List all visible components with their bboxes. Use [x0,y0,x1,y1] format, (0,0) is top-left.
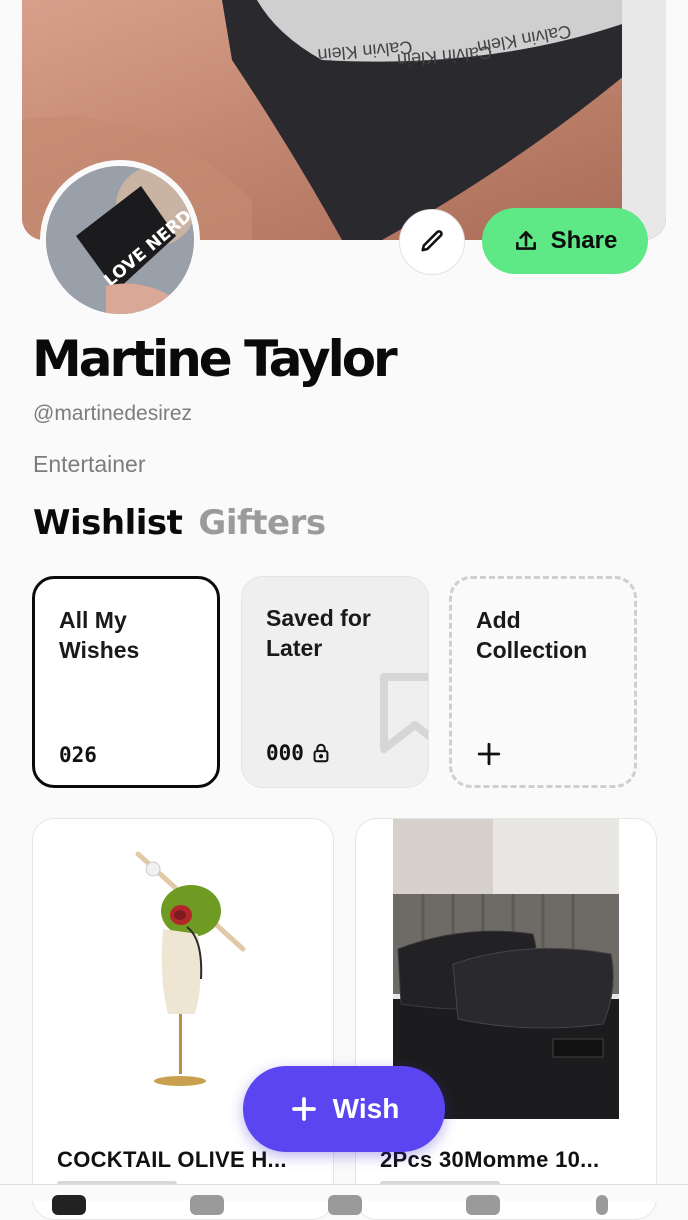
profile-name: Martine Taylor [32,330,398,388]
tab-gifters[interactable]: Gifters [198,503,326,543]
search-nav-icon[interactable] [466,1195,500,1215]
collection-count: 026 [59,743,97,767]
edit-profile-button[interactable] [399,209,465,275]
wish-label: Wish [332,1093,400,1124]
product-card[interactable]: COCKTAIL OLIVE H... [32,818,334,1220]
share-icon [515,231,536,250]
profile-handle: @martinedesirez [33,402,193,425]
avatar[interactable]: LOVE NERDS [40,160,200,320]
share-label: Share [550,227,618,254]
lock-icon [313,743,329,763]
add-collection-button[interactable]: Add Collection [449,576,637,788]
shop-nav-icon[interactable] [328,1195,362,1215]
product-card[interactable]: 2Pcs 30Momme 10... [355,818,657,1220]
plus-icon [477,742,501,766]
profile-bio: Entertainer [33,451,146,477]
home-nav-icon[interactable] [52,1195,86,1215]
bookmark-icon [380,673,428,753]
collection-title: Add Collection [476,607,588,663]
tab-wishlist[interactable]: Wishlist [33,503,183,543]
pencil-icon [421,230,443,252]
collection-title: All My Wishes [59,607,140,663]
collection-all-my-wishes[interactable]: All My Wishes 026 [32,576,220,788]
collection-saved-for-later[interactable]: Saved for Later 000 [241,576,429,788]
collection-count: 000 [266,741,332,765]
add-wish-button[interactable]: Wish [243,1066,445,1152]
collection-title: Saved for Later [266,605,371,661]
profile-tabs: Wishlist Gifters [33,503,326,543]
plus-icon [291,1097,316,1121]
bottom-nav [0,1184,688,1215]
product-title: 2Pcs 30Momme 10... [380,1147,600,1172]
more-nav-icon[interactable] [596,1195,608,1215]
feed-nav-icon[interactable] [190,1195,224,1215]
product-image [83,819,283,1119]
share-button[interactable]: Share [482,208,648,274]
